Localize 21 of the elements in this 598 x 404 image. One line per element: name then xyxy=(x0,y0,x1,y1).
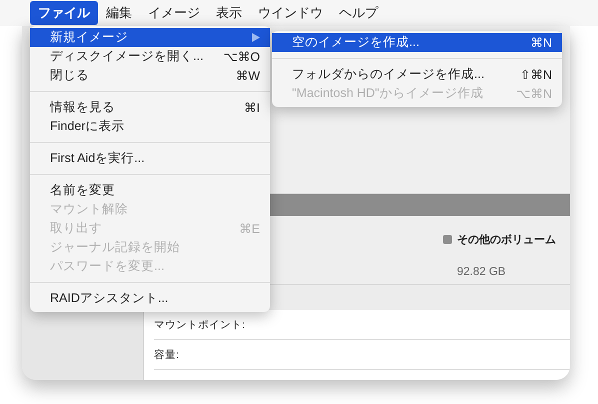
menu-item[interactable]: 新規イメージ xyxy=(30,28,270,47)
legend-label: その他のボリューム xyxy=(457,232,556,247)
info-label: マウントポイント: xyxy=(154,318,245,332)
menu-item[interactable]: 閉じる ⌘W xyxy=(30,66,270,85)
menu-item[interactable]: ディスクイメージを開く... ⌥⌘O xyxy=(30,47,270,66)
menu-title[interactable]: ヘルプ xyxy=(331,1,386,25)
menu-title[interactable]: 編集 xyxy=(98,1,140,25)
menu-item[interactable]: 名前を変更 xyxy=(30,181,270,200)
menu-title[interactable]: ファイル xyxy=(30,1,98,25)
info-label: 容量: xyxy=(154,348,179,362)
menu-title[interactable]: 表示 xyxy=(208,1,250,25)
menu-item[interactable]: 情報を見る ⌘I xyxy=(30,98,270,117)
menu-item[interactable]: 空のイメージを作成... ⌘N xyxy=(272,33,562,52)
menu-title[interactable]: イメージ xyxy=(140,1,208,25)
menu-item[interactable]: Finderに表示 xyxy=(30,117,270,136)
menu-title[interactable]: ウインドウ xyxy=(250,1,331,25)
submenu-arrow-icon xyxy=(252,33,260,42)
menu-item[interactable]: First Aidを実行... xyxy=(30,149,270,168)
menu-item[interactable]: フォルダからのイメージを作成... ⇧⌘N xyxy=(272,65,562,84)
volume-size: 92.82 GB xyxy=(457,266,507,278)
menu-item[interactable]: RAIDアシスタント... xyxy=(30,289,270,308)
